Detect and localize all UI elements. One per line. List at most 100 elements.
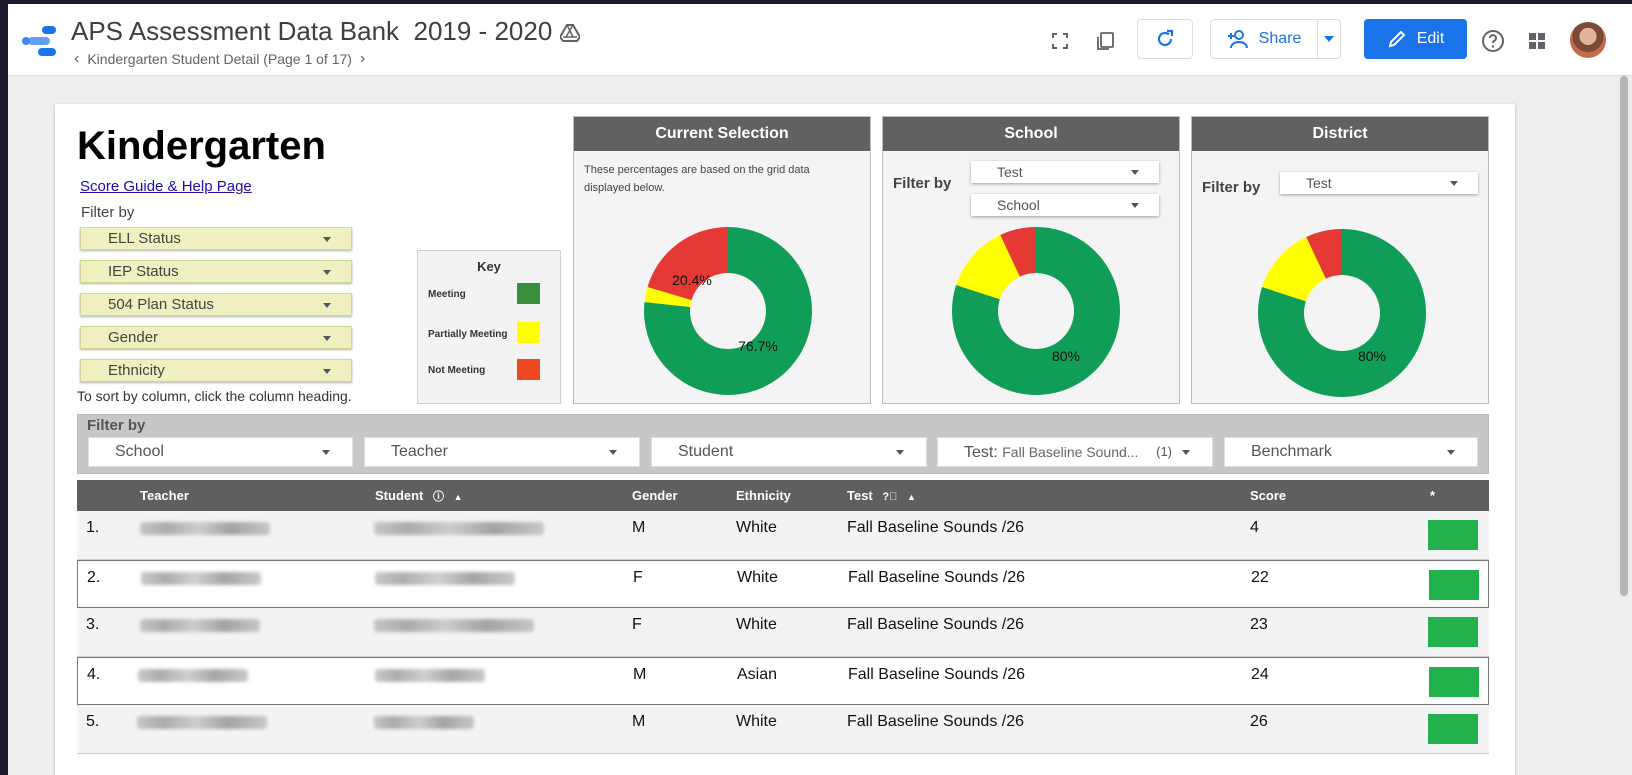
504-plan-dropdown[interactable]: 504 Plan Status: [80, 293, 352, 316]
key-label-meeting: Meeting: [428, 289, 466, 300]
iep-status-dropdown[interactable]: IEP Status: [80, 260, 352, 283]
share-button[interactable]: Share: [1210, 19, 1318, 59]
share-options-button[interactable]: [1317, 19, 1341, 59]
avatar[interactable]: [1570, 22, 1606, 58]
student-table: Teacher Student ⓘ ▲ Gender Ethnicity Tes…: [77, 480, 1489, 754]
ell-status-dropdown[interactable]: ELL Status: [80, 227, 352, 250]
report-title[interactable]: APS Assessment Data Bank 2019 - 2020: [71, 16, 552, 47]
student-filter-dropdown[interactable]: Student: [651, 437, 927, 467]
row-number: 3.: [86, 616, 100, 633]
table-row[interactable]: 4. M Asian Fall Baseline Sounds /26 24: [77, 656, 1489, 705]
school-filter-dropdown[interactable]: School: [88, 437, 353, 467]
column-test-label: Test: [847, 488, 873, 503]
test-cell: Fall Baseline Sounds /26: [847, 616, 1024, 633]
drive-icon[interactable]: [560, 24, 580, 42]
key-title: Key: [477, 259, 501, 274]
table-row[interactable]: 2. F White Fall Baseline Sounds /26 22: [77, 559, 1489, 608]
teacher-filter-dropdown[interactable]: Teacher: [364, 437, 640, 467]
page-name[interactable]: Kindergarten Student Detail (Page 1 of 1…: [87, 51, 352, 67]
teacher-name-redacted: [137, 716, 267, 729]
table-row[interactable]: 5. M White Fall Baseline Sounds /26 26: [77, 705, 1489, 754]
table-row[interactable]: 1. M White Fall Baseline Sounds /26 4: [77, 511, 1489, 560]
share-label: Share: [1258, 30, 1302, 47]
student-name-redacted: [375, 668, 485, 682]
district-donut[interactable]: 80%: [1256, 227, 1428, 399]
filter-label: Filter by: [81, 204, 135, 221]
meeting-percent-label: 76.7%: [738, 338, 778, 354]
ethnicity-cell: White: [736, 713, 777, 730]
column-gender[interactable]: Gender: [632, 488, 678, 503]
refresh-button[interactable]: [1137, 19, 1193, 59]
column-student[interactable]: Student ⓘ ▲: [375, 488, 463, 504]
test-filter-value: Fall Baseline Sound...: [1002, 444, 1139, 460]
column-test[interactable]: Test ?⃝ ▲: [847, 488, 916, 503]
district-test-dropdown[interactable]: Test: [1280, 172, 1478, 194]
school-school-dropdown[interactable]: School: [971, 194, 1159, 216]
row-number: 5.: [86, 713, 100, 730]
gender-cell: M: [632, 713, 646, 730]
previous-page-icon[interactable]: ‹: [74, 50, 79, 68]
breadcrumb: ‹ Kindergarten Student Detail (Page 1 of…: [74, 50, 365, 68]
student-name-redacted: [374, 716, 474, 729]
gender-cell: M: [632, 519, 646, 536]
table-header: Teacher Student ⓘ ▲ Gender Ethnicity Tes…: [77, 480, 1489, 511]
help-circle-icon[interactable]: ?⃝: [882, 491, 897, 503]
benchmark-bar: [1429, 666, 1479, 697]
ethnicity-dropdown[interactable]: Ethnicity: [80, 359, 352, 382]
school-panel: School Filter by Test School 80%: [882, 116, 1180, 404]
info-icon[interactable]: ⓘ: [433, 491, 444, 503]
copy-icon[interactable]: [1095, 31, 1115, 51]
donut-slice-not-meeting[interactable]: [647, 227, 728, 301]
ethnicity-cell: Asian: [737, 665, 778, 683]
test-cell: Fall Baseline Sounds /26: [848, 568, 1025, 586]
benchmark-bar: [1429, 569, 1479, 600]
column-score[interactable]: Score: [1250, 488, 1286, 503]
teacher-name-redacted: [138, 668, 248, 682]
key-label-partial: Partially Meeting: [428, 329, 508, 340]
edit-label: Edit: [1416, 30, 1445, 47]
test-cell: Fall Baseline Sounds /26: [847, 519, 1024, 536]
page-title: Kindergarten: [77, 124, 326, 168]
district-filter-label: Filter by: [1202, 179, 1261, 196]
help-icon[interactable]: [1481, 29, 1505, 53]
school-test-dropdown[interactable]: Test: [971, 161, 1159, 183]
sort-note: To sort by column, click the column head…: [77, 388, 352, 404]
column-teacher[interactable]: Teacher: [140, 488, 189, 503]
row-number: 4.: [87, 665, 101, 683]
test-filter-count: (1): [1156, 444, 1172, 459]
grid-filter-label: Filter by: [87, 417, 146, 434]
school-donut[interactable]: 80%: [950, 225, 1122, 397]
edit-button[interactable]: Edit: [1364, 19, 1467, 59]
app-window: APS Assessment Data Bank 2019 - 2020 ‹ K…: [8, 4, 1632, 775]
current-selection-panel: Current Selection These percentages are …: [573, 116, 871, 404]
top-bar: APS Assessment Data Bank 2019 - 2020 ‹ K…: [8, 4, 1632, 76]
key-swatch-partial: [517, 322, 540, 343]
grid-filter-bar: Filter by School Teacher Student Test: F…: [77, 414, 1489, 474]
help-link[interactable]: Score Guide & Help Page: [80, 178, 252, 195]
next-page-icon[interactable]: ›: [360, 50, 365, 68]
apps-grid-icon[interactable]: [1527, 31, 1547, 51]
current-selection-note: These percentages are based on the grid …: [584, 164, 810, 194]
column-flag[interactable]: *: [1430, 488, 1435, 503]
district-panel: District Filter by Test 80%: [1191, 116, 1489, 404]
gender-dropdown[interactable]: Gender: [80, 326, 352, 349]
key-label-not-meeting: Not Meeting: [428, 365, 486, 376]
benchmark-filter-dropdown[interactable]: Benchmark: [1224, 437, 1478, 467]
student-name-redacted: [374, 619, 534, 632]
current-selection-donut[interactable]: 20.4% 76.7%: [642, 225, 814, 397]
pencil-icon: [1388, 30, 1406, 48]
scrollbar[interactable]: [1620, 76, 1628, 596]
fullscreen-icon[interactable]: [1050, 31, 1070, 51]
column-ethnicity[interactable]: Ethnicity: [736, 488, 791, 503]
current-selection-title: Current Selection: [574, 117, 870, 151]
benchmark-bar: [1428, 714, 1478, 744]
row-number: 1.: [86, 519, 100, 536]
caret-down-icon: [1324, 36, 1334, 42]
test-filter-prefix: Test:: [964, 444, 998, 461]
data-studio-logo-icon[interactable]: [22, 26, 58, 58]
gender-cell: F: [633, 568, 643, 586]
row-number: 2.: [87, 568, 101, 586]
test-filter-dropdown[interactable]: Test: Fall Baseline Sound... (1): [937, 437, 1213, 467]
score-cell: 22: [1251, 568, 1269, 586]
table-row[interactable]: 3. F White Fall Baseline Sounds /26 23: [77, 608, 1489, 657]
